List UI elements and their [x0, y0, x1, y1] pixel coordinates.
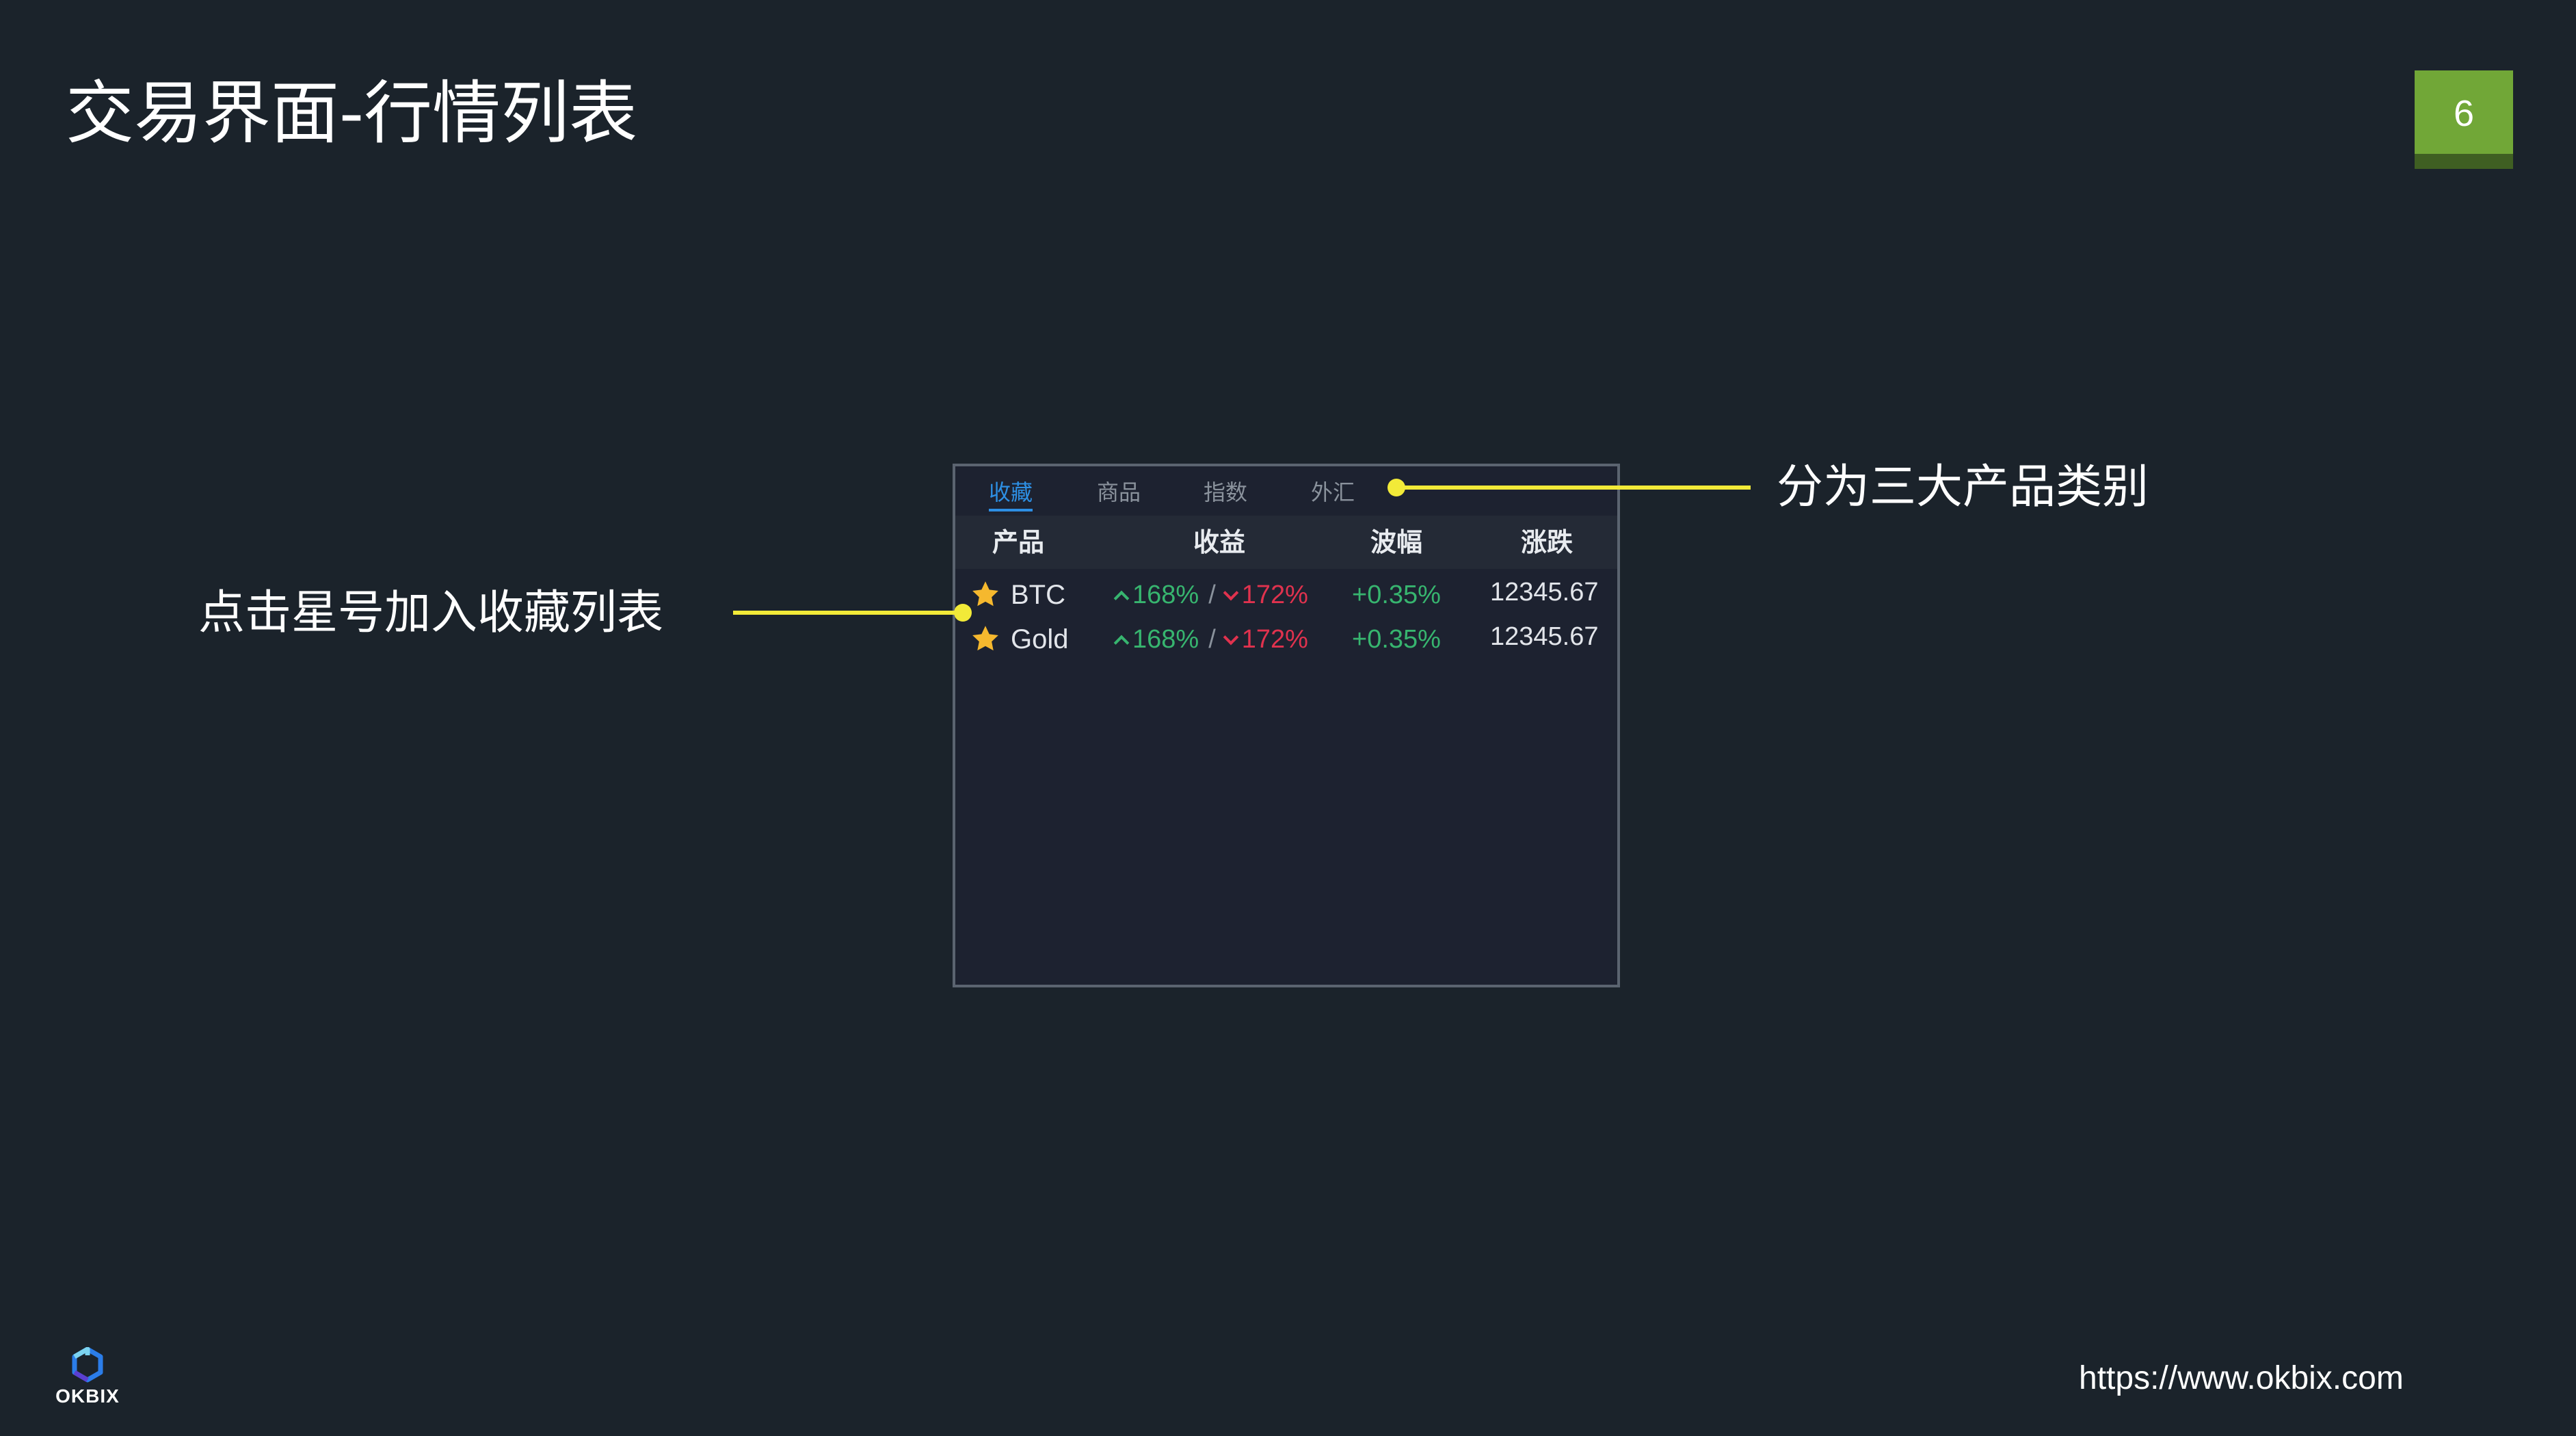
- arrow-down-icon: [1223, 585, 1239, 601]
- logo-text: OKBIX: [55, 1385, 120, 1407]
- okbix-logo-icon: [72, 1347, 103, 1383]
- yield-down-value: 172%: [1241, 581, 1308, 609]
- star-icon[interactable]: [970, 624, 1000, 654]
- column-header-amplitude: 波幅: [1370, 527, 1423, 557]
- table-row[interactable]: Gold 168% / 172% +0.35% 12345.67: [955, 617, 1617, 661]
- callout-dot-favorites: [954, 604, 972, 622]
- star-icon[interactable]: [970, 579, 1000, 609]
- category-tabs: 收藏 商品 指数 外汇: [955, 466, 1617, 516]
- page-number: 6: [2453, 93, 2475, 134]
- amplitude-value: +0.35%: [1352, 581, 1441, 609]
- callout-line-categories: [1396, 486, 1751, 490]
- callout-line-favorites: [733, 611, 963, 615]
- price-value: 12345.67: [1490, 578, 1599, 607]
- yield-up-value: 168%: [1132, 625, 1199, 654]
- arrow-up-icon: [1113, 590, 1130, 607]
- column-header-change: 涨跌: [1521, 527, 1574, 557]
- arrow-up-icon: [1113, 635, 1130, 651]
- tab-favorites[interactable]: 收藏: [989, 476, 1033, 511]
- yield-separator: /: [1208, 581, 1216, 609]
- table-header: 产品 收益 波幅 涨跌: [955, 516, 1617, 569]
- tab-forex[interactable]: 外汇: [1311, 476, 1355, 509]
- slide-title: 交易界面-行情列表: [66, 73, 638, 153]
- footer-url[interactable]: https://www.okbix.com: [2079, 1358, 2404, 1399]
- product-name: BTC: [1011, 580, 1065, 610]
- column-header-yield: 收益: [1193, 527, 1246, 557]
- tab-commodities[interactable]: 商品: [1097, 476, 1141, 509]
- page-number-badge: 6: [2415, 70, 2513, 169]
- yield-cell: 168% / 172%: [1113, 578, 1308, 612]
- callout-categories: 分为三大产品类别: [1777, 460, 2149, 514]
- tab-indices[interactable]: 指数: [1204, 476, 1247, 509]
- yield-separator: /: [1208, 625, 1216, 654]
- okbix-logo: OKBIX: [53, 1347, 122, 1409]
- yield-down-value: 172%: [1241, 625, 1308, 654]
- column-header-product: 产品: [992, 527, 1045, 557]
- table-row[interactable]: BTC 168% / 172% +0.35% 12345.67: [955, 572, 1617, 616]
- market-list-panel: 收藏 商品 指数 外汇 产品 收益 波幅 涨跌 BTC 168% / 172% +0…: [953, 464, 1620, 987]
- price-value: 12345.67: [1490, 622, 1599, 651]
- amplitude-value: +0.35%: [1352, 625, 1441, 654]
- callout-favorites: 点击星号加入收藏列表: [198, 586, 664, 640]
- yield-up-value: 168%: [1132, 581, 1199, 609]
- product-name: Gold: [1011, 624, 1069, 654]
- yield-cell: 168% / 172%: [1113, 622, 1308, 656]
- arrow-down-icon: [1223, 629, 1239, 646]
